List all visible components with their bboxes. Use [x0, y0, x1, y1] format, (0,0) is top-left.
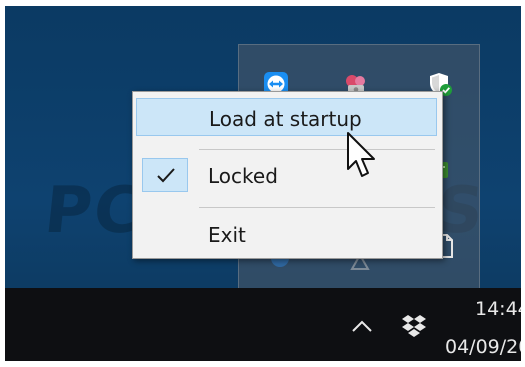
- menu-item-exit[interactable]: Exit: [136, 215, 437, 253]
- menu-separator: [199, 149, 435, 150]
- menu-item-label: Locked: [208, 164, 278, 188]
- menu-item-load-at-startup[interactable]: Load at startup: [136, 98, 437, 136]
- dropbox-icon[interactable]: [401, 314, 427, 342]
- checkmark-icon: [157, 168, 175, 183]
- menu-separator: [199, 207, 435, 208]
- menu-item-label: Load at startup: [209, 107, 362, 131]
- menu-item-locked[interactable]: Locked: [136, 156, 437, 194]
- chevron-up-icon[interactable]: [350, 318, 374, 338]
- menu-item-label: Exit: [208, 223, 246, 247]
- mouse-cursor-icon: [345, 131, 381, 187]
- checkmark-box: [142, 158, 188, 192]
- taskbar: 14:44 04/09/20: [5, 288, 521, 361]
- context-menu: Load at startup Locked Exit: [132, 91, 443, 259]
- clock-time[interactable]: 14:44: [475, 298, 521, 320]
- clock-date[interactable]: 04/09/20: [445, 336, 521, 358]
- desktop-screenshot: PCASTUCES: [5, 6, 521, 361]
